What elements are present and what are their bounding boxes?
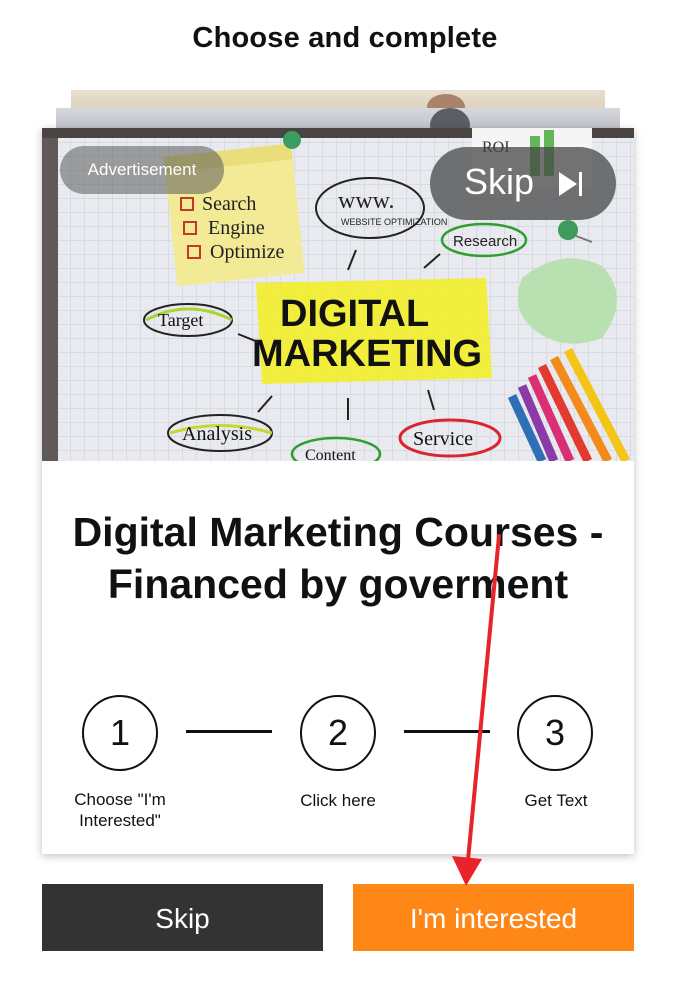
www-text: www.: [338, 188, 394, 214]
service-text: Service: [413, 428, 473, 450]
headline-marketing: MARKETING: [252, 333, 482, 375]
step-2-label: Click here: [300, 791, 376, 810]
sticky-note-line: Search: [202, 193, 256, 215]
advertisement-label: Advertisement: [60, 146, 224, 194]
step-2-circle: 2: [300, 695, 376, 771]
step-1-label: Choose "I'm Interested": [74, 790, 166, 830]
target-text: Target: [158, 310, 203, 330]
step-3-label: Get Text: [524, 791, 588, 810]
ad-hero-image: Search Engine Optimize www. WEBSITE OPTI…: [42, 128, 634, 461]
step-1-circle: 1: [82, 695, 158, 771]
skip-ad-button[interactable]: Skip: [430, 147, 616, 220]
headline-digital: DIGITAL: [280, 293, 429, 335]
im-interested-button[interactable]: I'm interested: [353, 884, 634, 951]
research-text: Research: [453, 233, 517, 250]
step-connector: [186, 730, 272, 733]
step-connector: [404, 730, 490, 733]
page-title: Choose and complete: [192, 22, 498, 54]
sticky-note-line: Engine: [208, 217, 265, 239]
skip-ad-label: Skip: [464, 161, 535, 202]
skip-button[interactable]: Skip: [42, 884, 323, 951]
skip-next-icon: [559, 172, 582, 196]
ad-card: Search Engine Optimize www. WEBSITE OPTI…: [42, 128, 634, 854]
ad-title: Digital Marketing Courses - Financed by …: [72, 509, 604, 607]
content-text: Content: [305, 447, 356, 461]
analysis-text: Analysis: [182, 423, 252, 445]
step-3-circle: 3: [517, 695, 593, 771]
www-subtext: WEBSITE OPTIMIZATION: [341, 217, 447, 227]
sticky-note-line: Optimize: [210, 241, 285, 263]
